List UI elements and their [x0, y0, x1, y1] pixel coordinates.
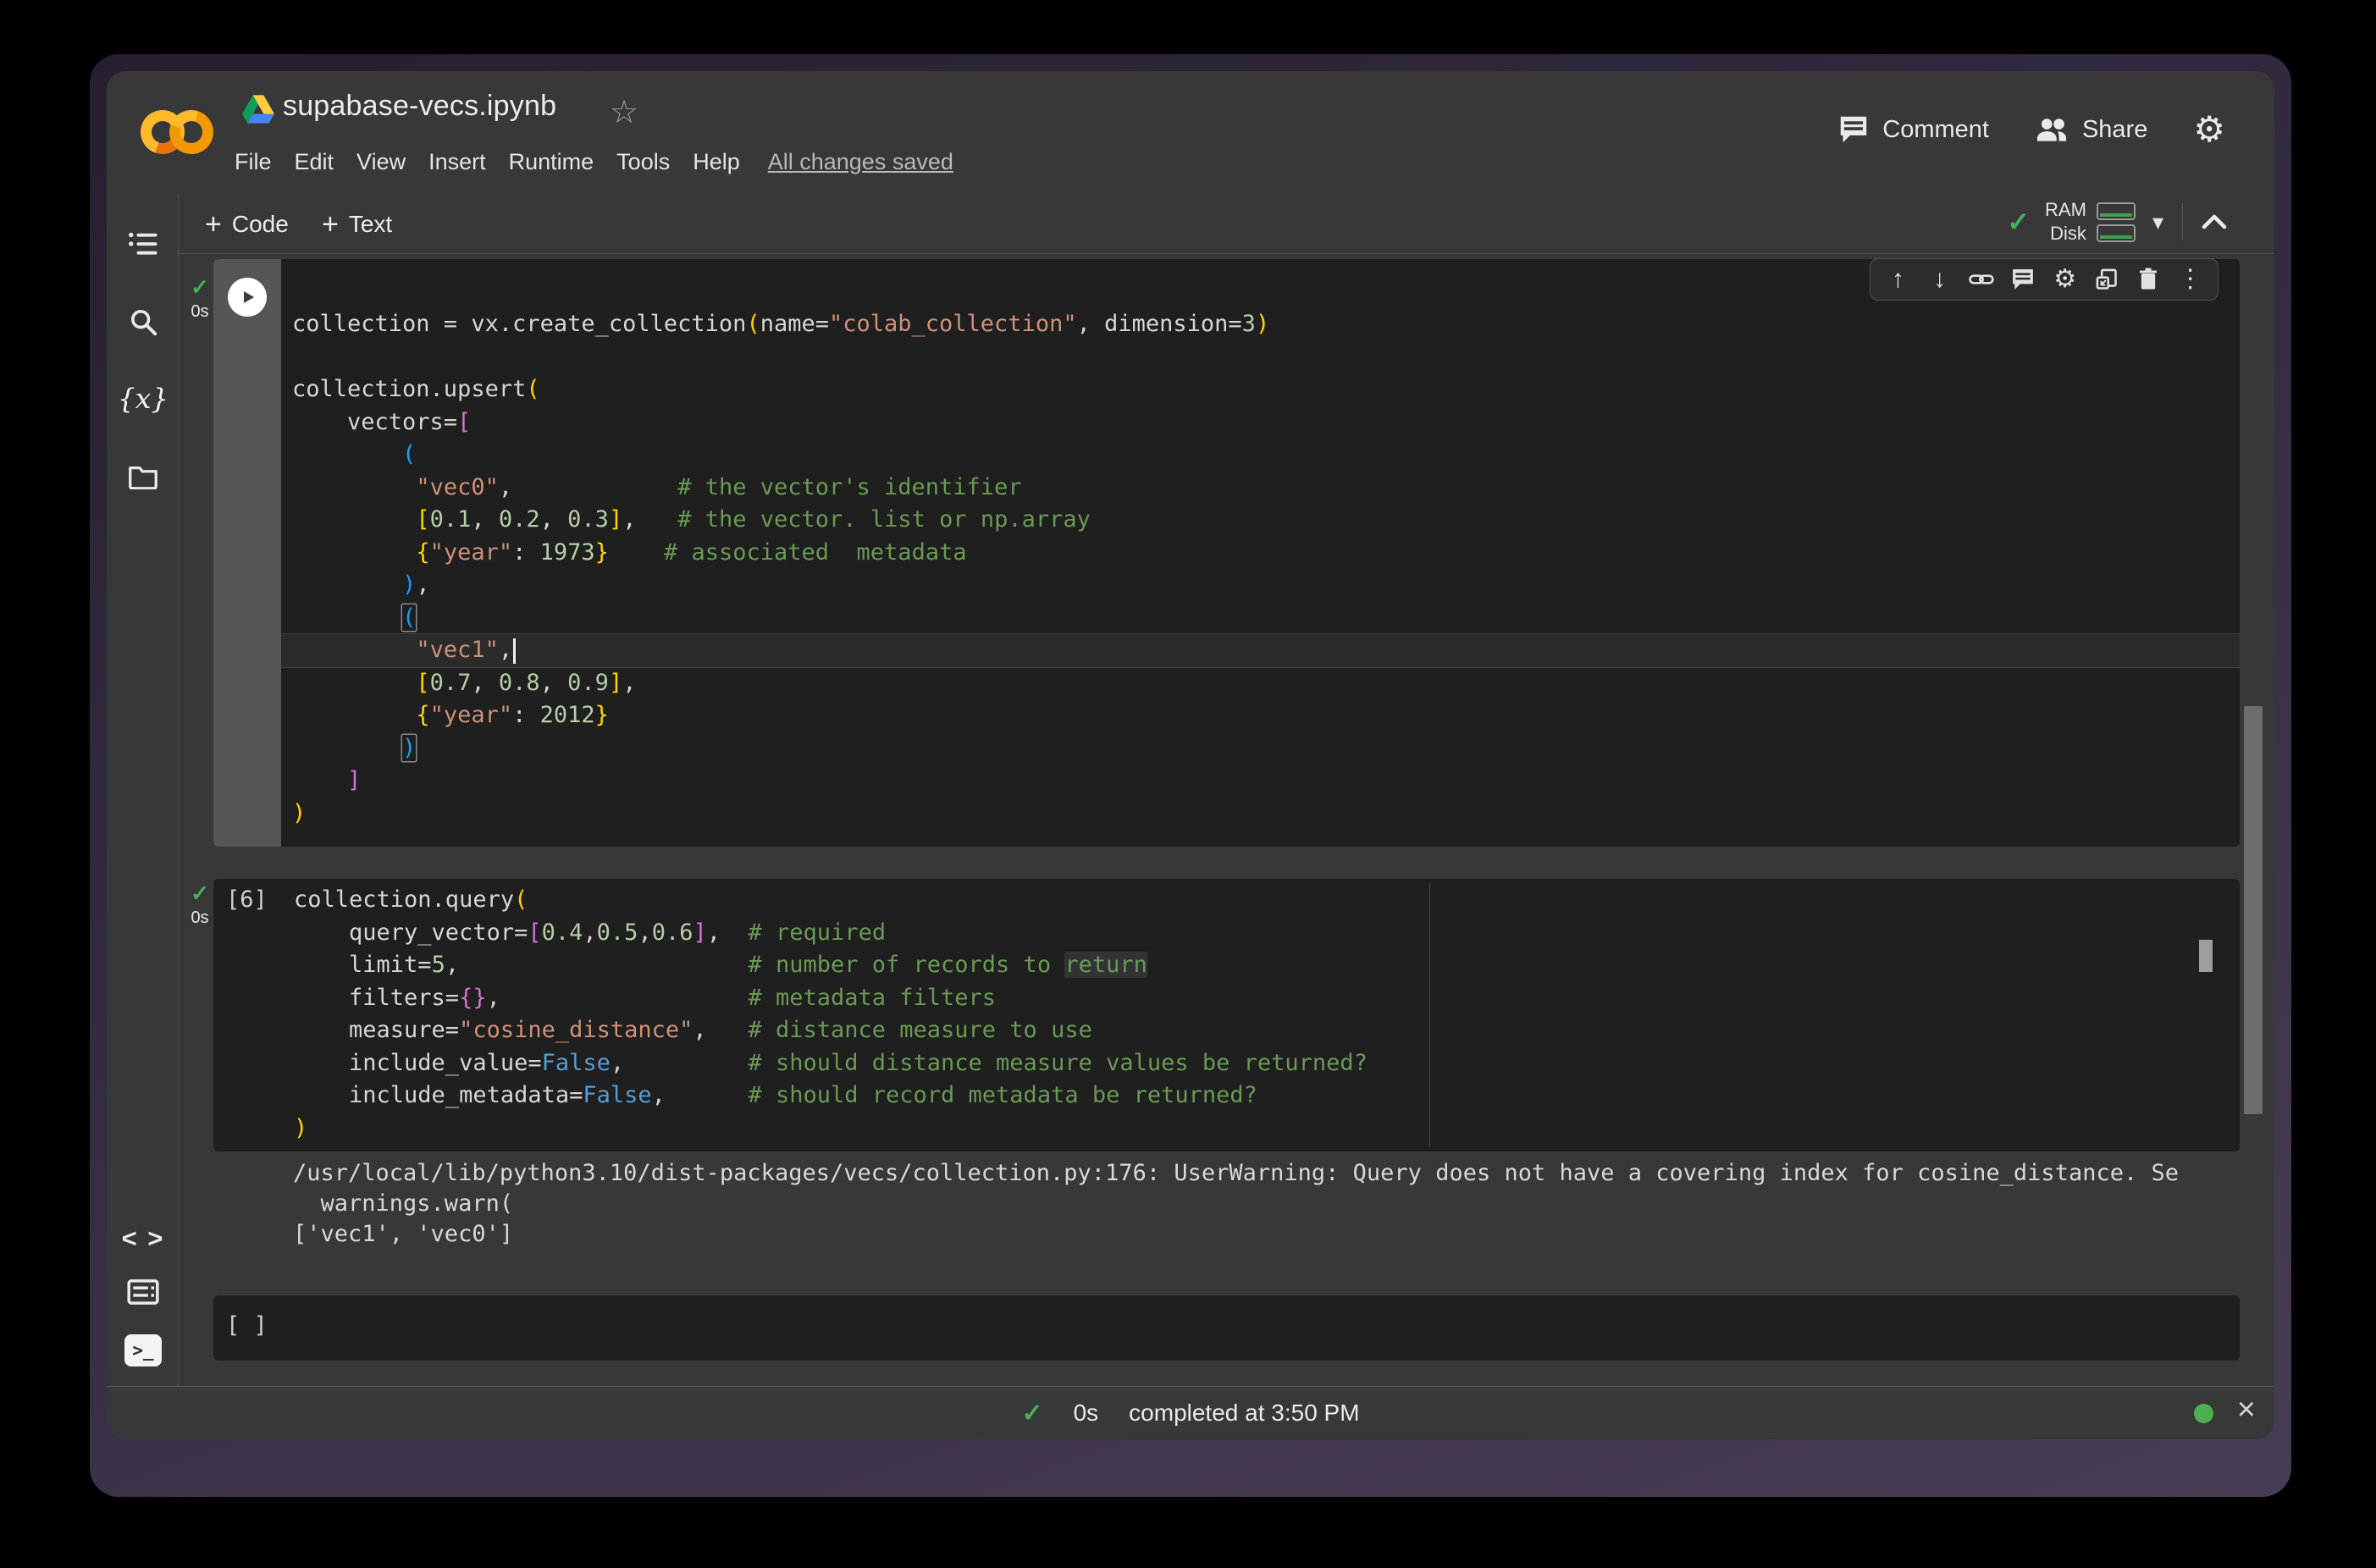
code-cell-2[interactable]: [6] collection.query( query_vector=[0.4,…	[213, 879, 2240, 1151]
people-icon	[2035, 118, 2069, 141]
table-of-contents-icon[interactable]	[121, 222, 165, 266]
cell-success-check-icon: ✓	[183, 881, 217, 907]
add-code-label: Code	[232, 211, 289, 238]
screenshot-root: supabase-vecs.ipynb ☆ File Edit View Ins…	[0, 0, 2376, 1568]
status-exec-time: 0s	[1074, 1400, 1099, 1427]
menu-edit[interactable]: Edit	[295, 149, 334, 175]
status-close-icon[interactable]: ×	[2237, 1392, 2256, 1428]
ram-meter	[2097, 202, 2136, 220]
cell-success-check-icon: ✓	[183, 274, 217, 301]
variables-icon[interactable]: {x}	[121, 376, 165, 420]
delete-cell-trash-icon[interactable]	[2134, 265, 2163, 294]
cell1-exec-badge: ✓ 0s	[183, 274, 217, 322]
share-label: Share	[2082, 116, 2147, 144]
share-button[interactable]: Share	[2035, 116, 2147, 144]
copy-link-to-cell-icon[interactable]	[1967, 265, 1996, 294]
notebook-scrollbar-thumb[interactable]	[2244, 706, 2263, 1114]
cell-more-options-kebab-icon[interactable]: ⋮	[2176, 265, 2205, 294]
menu-runtime[interactable]: Runtime	[509, 149, 594, 175]
search-icon[interactable]	[121, 300, 165, 344]
menu-file[interactable]: File	[235, 149, 272, 175]
cell1-exec-time: 0s	[183, 302, 217, 322]
star-icon[interactable]: ☆	[610, 93, 638, 131]
cell3-execution-count: [ ]	[226, 1312, 268, 1339]
notebook-scroll-area[interactable]: ✓ 0s collection = vx.create_collection(n…	[180, 254, 2274, 1386]
app-body: {x} < >	[107, 195, 2274, 1386]
move-cell-down-icon[interactable]: ↓	[1926, 265, 1954, 294]
cell2-code-editor[interactable]: collection.query( query_vector=[0.4,0.5,…	[213, 884, 2240, 1145]
colab-logo-icon[interactable]	[141, 108, 222, 157]
add-comment-icon[interactable]	[2009, 265, 2037, 294]
runtime-status: ✓ RAM Disk ▾	[2007, 198, 2227, 246]
ram-label: RAM	[2045, 198, 2086, 222]
toolbar-divider	[2182, 203, 2183, 240]
plus-icon: +	[322, 208, 339, 241]
comment-icon	[1838, 115, 1869, 144]
cell2-scrollbar-thumb[interactable]	[2199, 940, 2213, 972]
cell2-exec-time: 0s	[183, 908, 217, 928]
cell2-exec-badge: ✓ 0s	[183, 881, 217, 928]
header-actions: Comment Share ⚙	[1838, 112, 2225, 147]
menu-help[interactable]: Help	[693, 149, 740, 175]
execution-status-bar: ✓ 0s completed at 3:50 PM ×	[107, 1386, 2274, 1439]
cell1-code-editor[interactable]: collection = vx.create_collection(name="…	[281, 308, 2240, 830]
comment-label: Comment	[1882, 116, 1989, 144]
disk-meter	[2097, 224, 2136, 242]
move-cell-up-icon[interactable]: ↑	[1883, 265, 1912, 294]
cell2-output-text: /usr/local/lib/python3.10/dist-packages/…	[293, 1158, 2179, 1250]
add-code-cell-button[interactable]: + Code	[205, 205, 289, 244]
code-cell-1[interactable]: collection = vx.create_collection(name="…	[213, 259, 2240, 847]
content-area: + Code + Text ✓ RAM Disk	[180, 195, 2274, 1386]
settings-gear-icon[interactable]: ⚙	[2193, 112, 2225, 147]
left-sidebar: {x} < >	[107, 195, 179, 1386]
files-folder-icon[interactable]	[121, 455, 165, 499]
status-message: completed at 3:50 PM	[1129, 1400, 1359, 1427]
resource-meters[interactable]	[2097, 202, 2136, 242]
status-check-icon: ✓	[1021, 1399, 1042, 1428]
collapse-sections-chevron-icon[interactable]	[2202, 214, 2227, 229]
code-snippets-icon[interactable]: < >	[121, 1217, 165, 1261]
runtime-caret-down-icon[interactable]: ▾	[2152, 209, 2163, 235]
menu-tools[interactable]: Tools	[616, 149, 670, 175]
command-palette-icon[interactable]	[121, 1270, 165, 1314]
menu-view[interactable]: View	[356, 149, 406, 175]
save-status-link[interactable]: All changes saved	[768, 149, 953, 175]
terminal-icon[interactable]: >_	[121, 1328, 165, 1372]
menu-insert[interactable]: Insert	[428, 149, 486, 175]
disk-label: Disk	[2045, 222, 2086, 246]
resource-labels: RAM Disk	[2045, 198, 2086, 246]
add-text-cell-button[interactable]: + Text	[322, 205, 392, 244]
status-green-dot-indicator	[2194, 1404, 2213, 1423]
comment-button[interactable]: Comment	[1838, 115, 1989, 144]
code-cell-3-empty[interactable]: [ ]	[213, 1295, 2240, 1361]
plus-icon: +	[205, 208, 222, 241]
cell-toolbar: ↑ ↓	[1870, 258, 2219, 301]
add-text-label: Text	[349, 211, 392, 238]
run-cell-button[interactable]	[228, 278, 267, 317]
google-drive-icon	[242, 95, 274, 124]
notebook-title[interactable]: supabase-vecs.ipynb	[283, 90, 556, 123]
runtime-connected-check-icon: ✓	[2007, 206, 2030, 238]
menu-bar: File Edit View Insert Runtime Tools Help…	[235, 149, 953, 175]
cell1-run-gutter	[213, 259, 281, 847]
editor-column-ruler	[1429, 883, 1430, 1147]
colab-window: supabase-vecs.ipynb ☆ File Edit View Ins…	[107, 71, 2274, 1439]
mirror-cell-in-tab-icon[interactable]	[2092, 265, 2121, 294]
notebook-toolbar: + Code + Text ✓ RAM Disk	[180, 195, 2274, 254]
cell-settings-gear-icon[interactable]: ⚙	[2051, 265, 2080, 294]
